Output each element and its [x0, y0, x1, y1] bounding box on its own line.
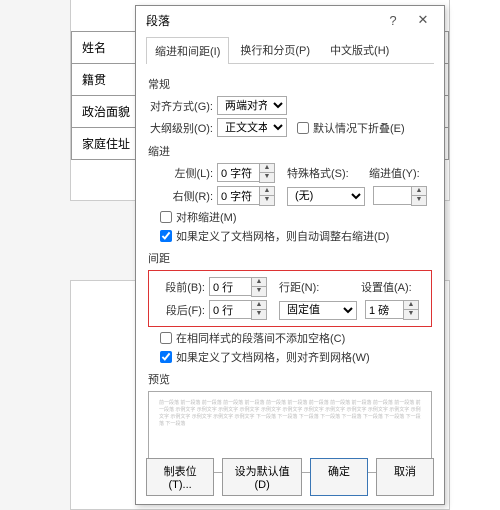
help-button[interactable]: ? [378, 10, 408, 30]
ok-button[interactable]: 确定 [310, 458, 368, 496]
tab-asian[interactable]: 中文版式(H) [321, 36, 398, 63]
up-icon[interactable]: ▲ [252, 301, 266, 310]
collapse-label: 默认情况下折叠(E) [313, 120, 405, 136]
indent-left-spinner[interactable]: ▲▼ [217, 163, 275, 183]
special-select[interactable]: (无) [287, 187, 365, 206]
tab-strip: 缩进和间距(I) 换行和分页(P) 中文版式(H) [146, 36, 434, 64]
by-spinner[interactable]: ▲▼ [373, 186, 427, 206]
up-icon[interactable]: ▲ [404, 301, 418, 310]
mirror-checkbox[interactable] [160, 211, 172, 223]
highlighted-line-spacing: 段前(B): ▲▼ 行距(N): 设置值(A): 段后(F): ▲▼ 固定值 ▲… [148, 270, 432, 327]
up-icon[interactable]: ▲ [252, 278, 266, 287]
paragraph-dialog: 段落 ? ✕ 缩进和间距(I) 换行和分页(P) 中文版式(H) 常规 对齐方式… [135, 5, 445, 505]
after-spinner[interactable]: ▲▼ [209, 300, 267, 320]
tab-line-page[interactable]: 换行和分页(P) [231, 36, 319, 63]
button-bar: 制表位(T)... 设为默认值(D) 确定 取消 [136, 458, 444, 496]
dialog-titlebar[interactable]: 段落 ? ✕ [136, 6, 444, 34]
indent-grid-checkbox[interactable] [160, 230, 172, 242]
at-label: 设置值(A): [361, 279, 419, 295]
indent-grid-label: 如果定义了文档网格，则自动调整右缩进(D) [176, 228, 389, 244]
indent-left-label: 左侧(L): [148, 165, 213, 181]
tabs-button[interactable]: 制表位(T)... [146, 458, 214, 496]
nospace-checkbox[interactable] [160, 332, 172, 344]
tab-indent-spacing[interactable]: 缩进和间距(I) [146, 37, 229, 64]
line-label: 行距(N): [279, 279, 337, 295]
nospace-label: 在相同样式的段落间不添加空格(C) [176, 330, 345, 346]
close-button[interactable]: ✕ [408, 10, 438, 30]
snap-checkbox[interactable] [160, 351, 172, 363]
up-icon[interactable]: ▲ [412, 187, 426, 196]
indent-right-spinner[interactable]: ▲▼ [217, 186, 275, 206]
down-icon[interactable]: ▼ [412, 196, 426, 205]
at-spinner[interactable]: ▲▼ [365, 300, 419, 320]
up-icon[interactable]: ▲ [260, 164, 274, 173]
by-label: 缩进值(Y): [369, 165, 427, 181]
up-icon[interactable]: ▲ [260, 187, 274, 196]
section-preview: 预览 [148, 371, 432, 387]
line-select[interactable]: 固定值 [279, 301, 357, 320]
mirror-label: 对称缩进(M) [176, 209, 237, 225]
after-label: 段后(F): [153, 302, 205, 318]
snap-label: 如果定义了文档网格，则对齐到网格(W) [176, 349, 370, 365]
indent-right-label: 右侧(R): [148, 188, 213, 204]
align-label: 对齐方式(G): [148, 98, 213, 114]
outline-label: 大纲级别(O): [148, 120, 213, 136]
down-icon[interactable]: ▼ [260, 173, 274, 182]
down-icon[interactable]: ▼ [252, 287, 266, 296]
cancel-button[interactable]: 取消 [376, 458, 434, 496]
section-spacing: 间距 [148, 250, 432, 266]
before-label: 段前(B): [153, 279, 205, 295]
before-spinner[interactable]: ▲▼ [209, 277, 267, 297]
dialog-body: 常规 对齐方式(G): 两端对齐 大纲级别(O): 正文文本 默认情况下折叠(E… [136, 64, 444, 479]
section-general: 常规 [148, 76, 432, 92]
collapse-checkbox[interactable] [297, 122, 309, 134]
down-icon[interactable]: ▼ [252, 310, 266, 319]
down-icon[interactable]: ▼ [260, 196, 274, 205]
dialog-title: 段落 [146, 12, 378, 29]
down-icon[interactable]: ▼ [404, 310, 418, 319]
align-select[interactable]: 两端对齐 [217, 96, 287, 115]
outline-select[interactable]: 正文文本 [217, 118, 287, 137]
section-indent: 缩进 [148, 143, 432, 159]
special-label: 特殊格式(S): [287, 165, 345, 181]
default-button[interactable]: 设为默认值(D) [222, 458, 302, 496]
